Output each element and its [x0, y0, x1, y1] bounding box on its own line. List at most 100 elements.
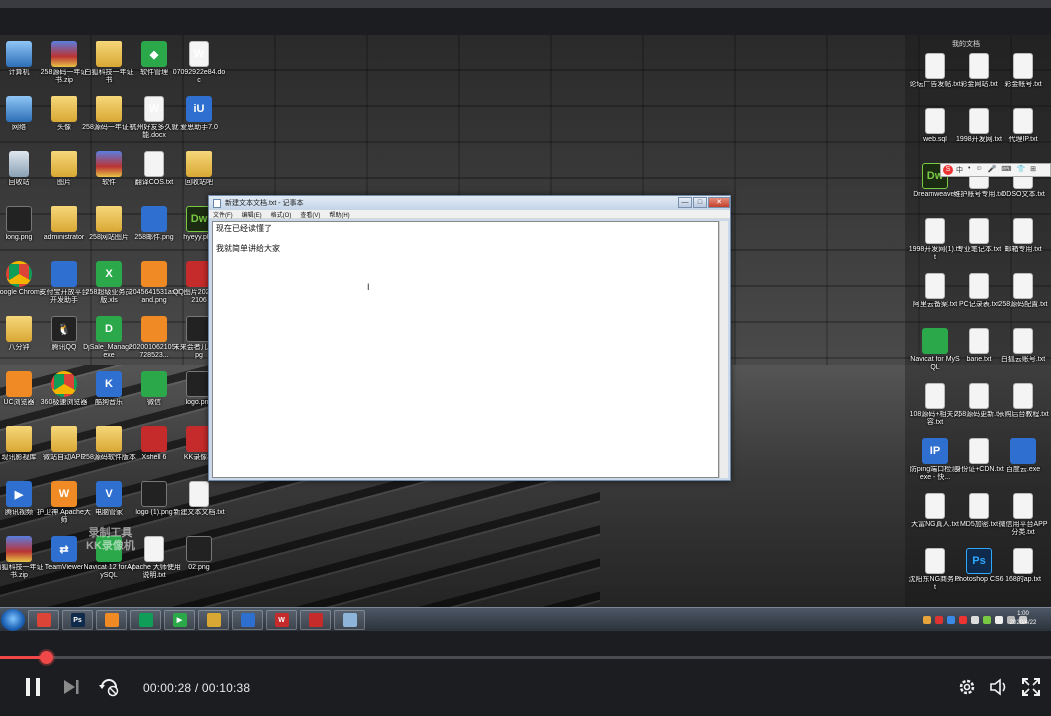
taskbar-item-video-player[interactable]: ▶ — [164, 610, 195, 630]
doc-icon — [925, 53, 945, 79]
right-icon-item[interactable]: 白狐云账号.txt — [996, 328, 1050, 364]
winrar-icon — [51, 41, 77, 67]
tray-icon[interactable] — [923, 616, 931, 624]
doc-icon — [925, 548, 945, 574]
taskbar-item-baidu-cloud[interactable] — [232, 610, 263, 630]
left-icon-item[interactable]: 02.png — [172, 536, 226, 572]
blue-icon: ▶ — [6, 481, 32, 507]
icon-label: 彩金帐号.txt — [1004, 81, 1042, 88]
tray-icon[interactable] — [947, 616, 955, 624]
fullscreen-button[interactable] — [1020, 676, 1042, 698]
window-buttons: — □ ✕ — [677, 197, 730, 209]
folder-icon — [96, 206, 122, 232]
maximize-button[interactable]: □ — [693, 197, 707, 208]
folder-icon — [6, 426, 32, 452]
blue-icon: ⇄ — [51, 536, 77, 562]
video-frame[interactable]: 计算机 258源码一年证书.zip 白狐科技一年证书 ◆ 软件管理 W 07092922e8… — [0, 35, 1051, 631]
next-icon — [64, 680, 79, 694]
icon-label: DDSO文本.txt — [1001, 191, 1045, 198]
watermark-line-2: KK录像机 — [86, 540, 135, 552]
menu-view[interactable]: 查看(V) — [300, 210, 320, 219]
folder-icon — [6, 316, 32, 342]
chrome-2-icon — [138, 613, 153, 627]
tray-icon[interactable] — [935, 616, 943, 624]
taskbar-item-chrome-2[interactable] — [130, 610, 161, 630]
total-time: 00:10:38 — [201, 681, 251, 695]
dark-icon — [186, 536, 212, 562]
close-button[interactable]: ✕ — [708, 197, 730, 208]
taskbar-item-photoshop[interactable]: Ps — [62, 610, 93, 630]
ime-item[interactable]: ⌨ — [1001, 165, 1011, 175]
taskbar-item-explorer[interactable] — [198, 610, 229, 630]
orange-icon — [141, 261, 167, 287]
menu-help[interactable]: 帮助(H) — [329, 210, 349, 219]
doc-icon — [1013, 53, 1033, 79]
current-time: 00:00:28 — [143, 681, 192, 695]
next-button[interactable] — [60, 676, 82, 698]
blue-icon — [1010, 438, 1036, 464]
icon-label: 回收站吧 — [185, 179, 213, 186]
right-icon-item[interactable]: 彩金帐号.txt — [996, 53, 1050, 89]
ime-item[interactable]: ⊞ — [1030, 165, 1036, 175]
taskbar-item-uc-browser[interactable] — [96, 610, 127, 630]
ime-item[interactable]: • — [968, 165, 970, 175]
ime-item[interactable]: 👕 — [1016, 165, 1025, 175]
menu-file[interactable]: 文件(F) — [213, 210, 233, 219]
progress-handle[interactable] — [40, 651, 54, 664]
menu-format[interactable]: 格式(O) — [271, 210, 292, 219]
notepad-titlebar[interactable]: 新建文本文档.txt - 记事本 — □ ✕ — [209, 196, 730, 210]
taskbar-item-apache-guard[interactable]: W — [266, 610, 297, 630]
right-icon-item[interactable]: 微信用平台APP分类.txt — [996, 493, 1050, 537]
taskbar-item-chrome[interactable] — [28, 610, 59, 630]
ps-icon: Ps — [966, 548, 992, 574]
ime-item[interactable]: ☺ — [975, 165, 982, 175]
dark-icon — [6, 206, 32, 232]
ime-item[interactable]: 🎤 — [988, 165, 997, 175]
folder-icon — [96, 96, 122, 122]
right-icon-item[interactable]: 邮箱专用.txt — [996, 218, 1050, 254]
doc-icon — [969, 328, 989, 354]
chrome-icon — [6, 261, 32, 287]
volume-button[interactable] — [988, 676, 1010, 698]
tray-icon[interactable] — [983, 616, 991, 624]
right-icon-item[interactable]: 代理IP.txt — [996, 108, 1050, 144]
icon-label: 邮箱专用.txt — [1004, 246, 1042, 253]
vertical-scrollbar[interactable] — [719, 221, 728, 478]
tray-icon[interactable] — [971, 616, 979, 624]
photoshop-icon: Ps — [70, 613, 85, 627]
pause-button[interactable] — [22, 676, 44, 698]
left-icon-item[interactable]: 新建文本文档.txt — [172, 481, 226, 517]
pause-icon — [26, 678, 40, 696]
tray-icon[interactable] — [959, 616, 967, 624]
minimize-button[interactable]: — — [678, 197, 692, 208]
recorder-watermark: 录制工具 KK录像机 — [86, 527, 135, 553]
taskbar-item-kk-recorder[interactable] — [300, 610, 331, 630]
taskbar-item-notepad[interactable] — [334, 610, 365, 630]
notepad-text-area[interactable]: 现在已经读懂了 我就简单讲给大家 I — [212, 221, 719, 478]
loop-button[interactable] — [98, 676, 120, 698]
left-icon-item[interactable]: W 07092922e84.doc — [172, 41, 226, 85]
ime-item[interactable]: 中 — [956, 165, 963, 175]
video-player: 计算机 258源码一年证书.zip 白狐科技一年证书 ◆ 软件管理 W 07092922e8… — [0, 0, 1051, 716]
menu-edit[interactable]: 编辑(E) — [242, 210, 262, 219]
windows-taskbar: Ps ▶ W 1:00 2020/4/22 — [0, 607, 1051, 631]
settings-button[interactable] — [956, 676, 978, 698]
right-icon-item[interactable]: 百度云.exe — [996, 438, 1050, 474]
icon-label: 新建文本文档.txt — [173, 509, 225, 516]
doc-icon: W — [189, 41, 209, 67]
ime-toolbar[interactable]: S 中 • ☺ 🎤 ⌨ 👕 ⊞ — [940, 163, 1051, 177]
doc-icon — [1013, 108, 1033, 134]
notepad-window[interactable]: 新建文本文档.txt - 记事本 — □ ✕ 文件(F) 编辑(E) 格式(O)… — [208, 195, 731, 481]
left-icon-item[interactable]: 回收站吧 — [172, 151, 226, 187]
taskbar-clock[interactable]: 1:00 2020/4/22 — [1001, 610, 1045, 628]
right-icon-item[interactable]: 168的ap.txt — [996, 548, 1050, 584]
icon-label: 白狐云账号.txt — [1000, 356, 1046, 363]
doc-icon — [969, 108, 989, 134]
ime-logo[interactable]: S — [943, 165, 953, 175]
video-player-icon: ▶ — [172, 613, 187, 627]
start-button[interactable] — [1, 609, 25, 631]
right-icon-item[interactable]: 乐购后台教程.txt — [996, 383, 1050, 419]
right-icon-item[interactable]: 258源码配置.txt — [996, 273, 1050, 309]
progress-bar[interactable] — [0, 651, 1051, 664]
left-icon-item[interactable]: iU 爱思助手7.0 — [172, 96, 226, 132]
